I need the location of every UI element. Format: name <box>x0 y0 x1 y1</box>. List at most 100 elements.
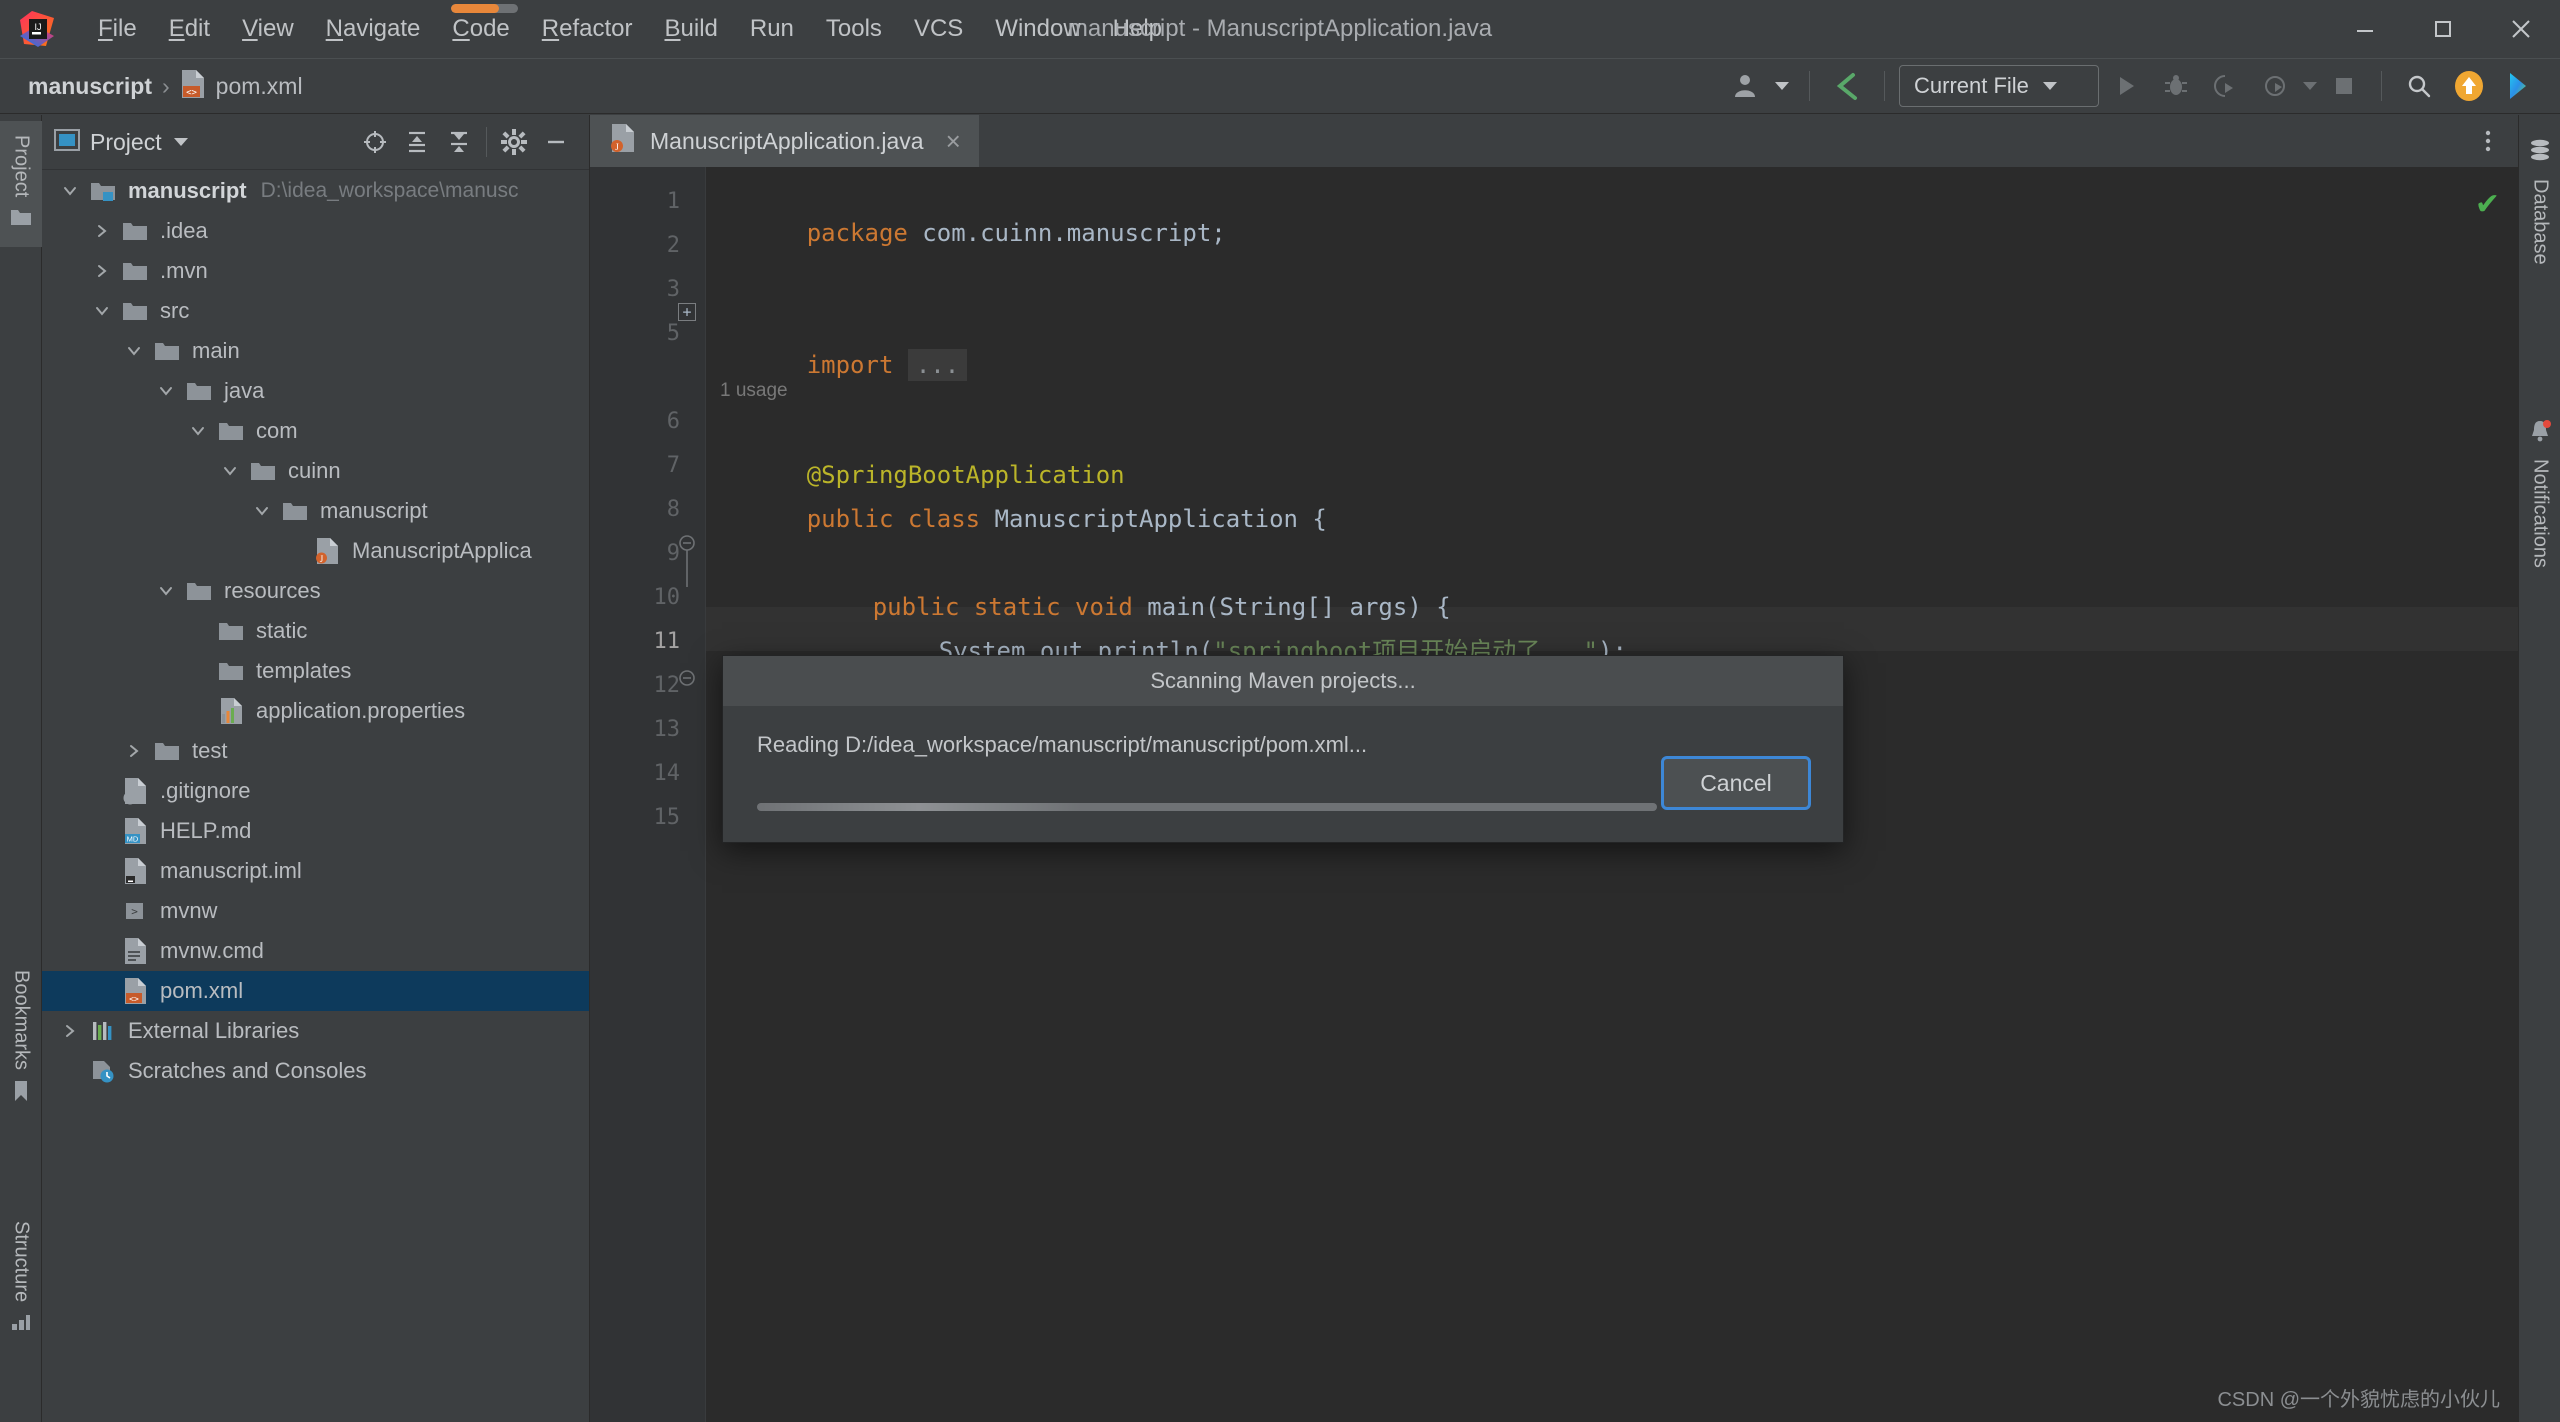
tree-item-com[interactable]: com <box>42 411 589 451</box>
chevron-down-icon[interactable] <box>116 342 152 360</box>
breadcrumb-project[interactable]: manuscript <box>28 73 152 100</box>
tree-item-help-md[interactable]: MDHELP.md <box>42 811 589 851</box>
tree-item-pom-xml[interactable]: <>pom.xml <box>42 971 589 1011</box>
select-opened-file-icon[interactable] <box>354 121 396 163</box>
menu-item-edit[interactable]: Edit <box>153 0 226 58</box>
project-file-tree[interactable]: manuscriptD:\idea_workspace\manusc.idea.… <box>42 171 589 1422</box>
breadcrumb-file[interactable]: pom.xml <box>216 73 303 100</box>
close-icon[interactable] <box>2482 0 2560 58</box>
close-icon[interactable]: × <box>946 126 961 157</box>
run-icon[interactable] <box>2103 63 2149 109</box>
sidebar-item-structure[interactable]: Structure <box>0 1207 42 1352</box>
chevron-down-icon[interactable] <box>180 422 216 440</box>
sidebar-item-database[interactable]: Database <box>2519 125 2560 279</box>
tree-item-path: D:\idea_workspace\manusc <box>261 179 519 203</box>
ide-helper-icon[interactable] <box>2496 63 2542 109</box>
svg-text:MD: MD <box>126 835 138 844</box>
tree-item-label: test <box>192 738 227 764</box>
tree-item-test[interactable]: test <box>42 731 589 771</box>
line-number-current: 11 <box>654 629 681 654</box>
menu-item-view[interactable]: View <box>226 0 310 58</box>
cancel-button[interactable]: Cancel <box>1661 756 1811 810</box>
chevron-right-icon[interactable] <box>116 742 152 760</box>
menu-item-tools[interactable]: Tools <box>810 0 898 58</box>
sidebar-item-bookmarks[interactable]: Bookmarks <box>0 956 42 1122</box>
menu-item-build[interactable]: Build <box>649 0 734 58</box>
chevron-down-icon[interactable] <box>52 182 88 200</box>
main-menu[interactable]: File Edit View Navigate Code Refactor Bu… <box>82 0 1178 58</box>
tree-item-static[interactable]: static <box>42 611 589 651</box>
sidebar-item-project[interactable]: Project <box>0 121 42 247</box>
class-fold-icon[interactable] <box>676 667 698 694</box>
chevron-down-icon[interactable] <box>244 502 280 520</box>
stop-icon[interactable] <box>2321 63 2367 109</box>
chevron-right-icon[interactable] <box>84 262 120 280</box>
menu-item-window[interactable]: Window <box>979 0 1096 58</box>
minimize-icon[interactable] <box>2326 0 2404 58</box>
tree-item-cuinn[interactable]: cuinn <box>42 451 589 491</box>
run-configuration-selector[interactable]: Current File <box>1899 65 2099 107</box>
menu-item-refactor[interactable]: Refactor <box>526 0 649 58</box>
chevron-down-icon[interactable] <box>84 302 120 320</box>
fold-expand-icon[interactable]: + <box>678 303 696 321</box>
menu-mnemonic: V <box>242 15 258 42</box>
method-fold-icon[interactable] <box>676 535 698 596</box>
menu-item-help[interactable]: Help <box>1097 0 1178 58</box>
tree-item-manuscript[interactable]: manuscriptD:\idea_workspace\manusc <box>42 171 589 211</box>
menu-item-navigate[interactable]: Navigate <box>310 0 437 58</box>
hide-panel-icon[interactable] <box>535 121 577 163</box>
tree-item-scratches-and-consoles[interactable]: Scratches and Consoles <box>42 1051 589 1091</box>
menu-item-run[interactable]: Run <box>734 0 810 58</box>
dialog-body: Reading D:/idea_workspace/manuscript/man… <box>723 706 1843 843</box>
profiler-icon[interactable] <box>2253 63 2299 109</box>
editor-gutter[interactable]: 1 2 3 5 6 7 8 9 10 11 12 13 14 15 + <box>590 167 706 1422</box>
usage-inlay-hint[interactable]: 1 usage <box>720 377 788 405</box>
sidebar-item-notifications[interactable]: Notifications <box>2519 405 2560 582</box>
tree-item-mvnw[interactable]: >mvnw <box>42 891 589 931</box>
user-dropdown-caret-icon[interactable] <box>1775 82 1789 90</box>
collapse-all-icon[interactable] <box>438 121 480 163</box>
tree-item-mvn[interactable]: .mvn <box>42 251 589 291</box>
profiler-dropdown-caret-icon[interactable] <box>2303 82 2317 90</box>
chevron-down-icon[interactable] <box>148 382 184 400</box>
more-vertical-icon[interactable] <box>2468 121 2508 161</box>
breadcrumb[interactable]: manuscript › <> pom.xml <box>28 69 303 104</box>
tree-item-manuscript-iml[interactable]: manuscript.iml <box>42 851 589 891</box>
inspection-status-ok-icon[interactable]: ✔ <box>2475 187 2500 222</box>
project-view-dropdown-caret-icon[interactable] <box>174 138 188 146</box>
menu-item-file[interactable]: File <box>82 0 153 58</box>
user-icon[interactable] <box>1725 63 1771 109</box>
tree-item-gitignore[interactable]: .gitignore <box>42 771 589 811</box>
tab-manuscriptapplication-java[interactable]: J ManuscriptApplication.java × <box>590 115 979 167</box>
tree-item-java[interactable]: java <box>42 371 589 411</box>
maximize-icon[interactable] <box>2404 0 2482 58</box>
collapsed-imports[interactable]: ... <box>908 349 967 381</box>
background-task-progress-bar[interactable] <box>451 4 518 13</box>
panel-header-divider <box>486 127 487 157</box>
chevron-down-icon[interactable] <box>212 462 248 480</box>
tree-item-application-properties[interactable]: application.properties <box>42 691 589 731</box>
search-everywhere-icon[interactable] <box>2396 63 2442 109</box>
tree-item-templates[interactable]: templates <box>42 651 589 691</box>
debug-icon[interactable] <box>2153 63 2199 109</box>
window-controls[interactable] <box>2326 0 2560 58</box>
git-branch-icon[interactable] <box>1824 63 1870 109</box>
update-project-icon[interactable] <box>2446 63 2492 109</box>
chevron-right-icon[interactable] <box>52 1022 88 1040</box>
menu-item-vcs[interactable]: VCS <box>898 0 979 58</box>
settings-gear-icon[interactable] <box>493 121 535 163</box>
dialog-message: Reading D:/idea_workspace/manuscript/man… <box>757 732 1809 758</box>
tree-item-manuscriptapplica[interactable]: JManuscriptApplica <box>42 531 589 571</box>
expand-all-icon[interactable] <box>396 121 438 163</box>
tree-item-external-libraries[interactable]: External Libraries <box>42 1011 589 1051</box>
tree-item-resources[interactable]: resources <box>42 571 589 611</box>
tree-item-src[interactable]: src <box>42 291 589 331</box>
tree-item-main[interactable]: main <box>42 331 589 371</box>
chevron-down-icon[interactable] <box>148 582 184 600</box>
tree-item-mvnw-cmd[interactable]: mvnw.cmd <box>42 931 589 971</box>
tree-item-manuscript[interactable]: manuscript <box>42 491 589 531</box>
tree-item-label: ManuscriptApplica <box>352 538 532 564</box>
chevron-right-icon[interactable] <box>84 222 120 240</box>
tree-item-idea[interactable]: .idea <box>42 211 589 251</box>
run-with-coverage-icon[interactable] <box>2203 63 2249 109</box>
